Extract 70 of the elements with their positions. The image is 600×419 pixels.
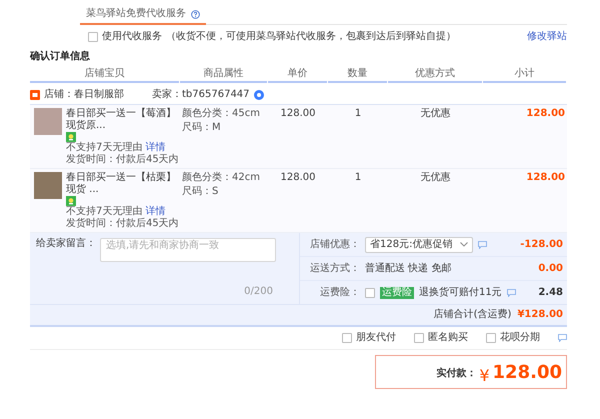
shop-name: 店铺：春日制服部: [44, 89, 124, 101]
checkbox[interactable]: [414, 333, 424, 343]
product-title[interactable]: 春日部买一送一【莓酒】现货原...: [66, 108, 180, 132]
column-header: 单价: [268, 68, 327, 83]
discount-amount: -128.00: [520, 238, 563, 250]
insurance-tag: 运费险: [380, 286, 414, 298]
unit-price: 128.00: [280, 108, 316, 121]
column-header: 店铺宝贝: [30, 68, 179, 83]
column-header: 数量: [328, 68, 387, 83]
message-field[interactable]: 选填,请先和商家协商一致: [100, 238, 276, 262]
checkbox[interactable]: [365, 288, 375, 298]
insurance-amount: 2.48: [538, 286, 563, 298]
checkbox[interactable]: [88, 32, 98, 42]
chat-icon[interactable]: [254, 90, 264, 100]
ship-time: 发货时间：付款后45天内: [66, 218, 179, 230]
color-attribute: 颜色分类：45cm: [182, 108, 261, 120]
discount-method: 无优惠: [420, 172, 452, 185]
insurance-label: 运费险：: [319, 286, 360, 298]
option-label: 朋友代付: [356, 332, 396, 344]
currency-symbol: ¥: [479, 370, 490, 382]
color-attribute: 颜色分类：42cm: [182, 172, 261, 184]
detail-link[interactable]: 详情: [146, 206, 166, 217]
comment-icon[interactable]: [506, 288, 516, 296]
shipping-amount: 0.00: [538, 262, 563, 274]
shop-total-amount: ¥128.00: [517, 309, 563, 321]
product-photo[interactable]: [34, 172, 62, 199]
option-label: 花呗分期: [500, 332, 540, 344]
character-counter: 0/200: [244, 286, 273, 298]
shop-total-label: 店铺合计(含运费): [434, 309, 512, 321]
help-icon[interactable]: [191, 10, 200, 18]
badge-icon: [66, 196, 76, 206]
detail-link[interactable]: 详情: [146, 142, 166, 153]
column-header: 小计: [483, 68, 566, 83]
return-note: 不支持7天无理由: [66, 142, 142, 153]
product-photo[interactable]: [34, 108, 62, 135]
product-title[interactable]: 春日部买一送一【枯栗】现货 ...: [66, 172, 180, 196]
shop-icon: [30, 90, 40, 100]
size-attribute: 尺码：M: [182, 122, 222, 134]
badge-icon: [66, 132, 76, 142]
checkbox[interactable]: [486, 333, 496, 343]
column-header: 优惠方式: [388, 68, 482, 83]
quantity: 1: [354, 172, 362, 185]
seller-name: 卖家：tb765767447: [152, 89, 250, 101]
service-label: 使用代收服务: [102, 31, 162, 43]
subtotal: 128.00: [525, 108, 566, 121]
shipping-label: 运送方式：: [309, 262, 360, 274]
unit-price: 128.00: [280, 172, 316, 185]
size-attribute: 尺码：S: [182, 186, 220, 198]
ship-time: 发货时间：付款后45天内: [66, 154, 179, 166]
discount-method: 无优惠: [420, 108, 452, 121]
service-tab[interactable]: 菜鸟驿站免费代收服务: [80, 8, 206, 25]
quantity: 1: [354, 108, 362, 121]
shipping-method: 普通配送 快递 免邮: [365, 262, 452, 274]
discount-select[interactable]: 省128元:优惠促销: [365, 236, 474, 252]
section-title: 确认订单信息: [30, 51, 91, 63]
payment-label: 实付款：: [436, 368, 476, 381]
insurance-text: 退换货可赔付11元: [419, 286, 502, 298]
comment-icon[interactable]: [478, 240, 488, 248]
shop-discount-label: 店铺优惠：: [309, 238, 360, 250]
payment-amount: 128.00: [492, 364, 562, 382]
chevron-icon: [460, 242, 468, 247]
change-station-link[interactable]: 修改驿站: [527, 31, 567, 43]
column-header: 商品属性: [180, 68, 267, 83]
comment-icon[interactable]: [558, 334, 567, 342]
return-note: 不支持7天无理由: [66, 206, 142, 217]
option-label: 匿名购买: [428, 332, 468, 344]
subtotal: 128.00: [525, 172, 566, 185]
message-label: 给卖家留言：: [36, 238, 96, 251]
service-note: （收货不便，可使用菜鸟驿站代收服务，包裹到达后到驿站自提）: [166, 31, 456, 43]
checkbox[interactable]: [342, 333, 352, 343]
